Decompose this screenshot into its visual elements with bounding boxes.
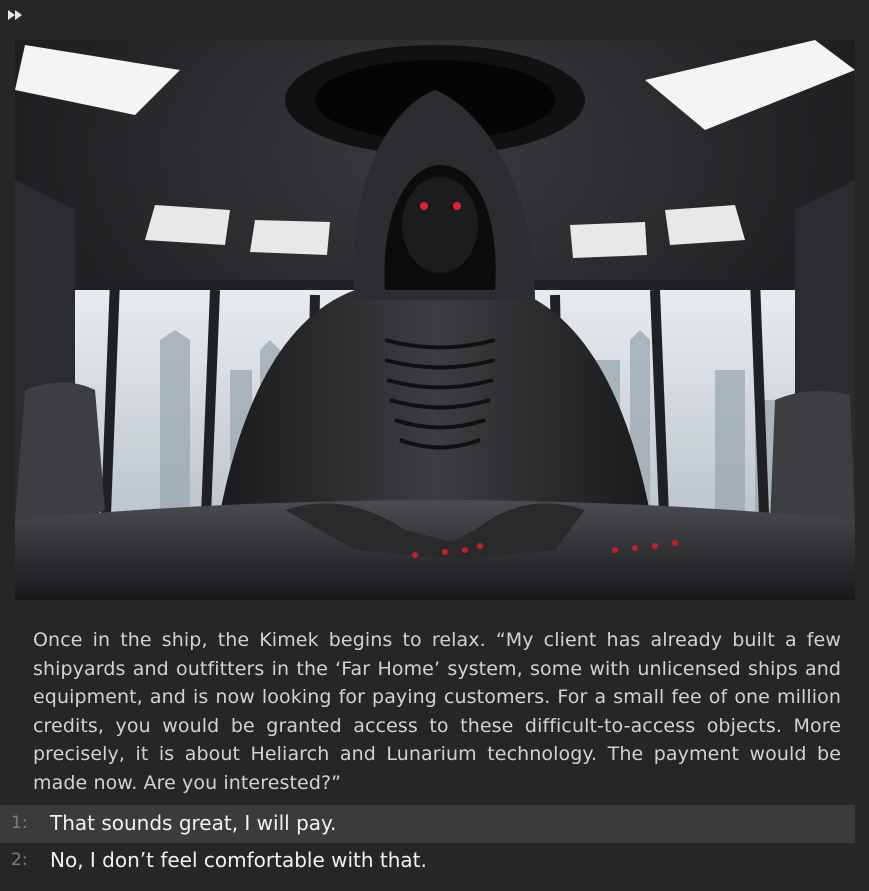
top-toolbar [0,0,869,32]
choice-number: 1: [11,813,28,833]
narration-text: Once in the ship, the Kimek begins to re… [33,629,841,794]
scene-image [15,40,855,600]
choice-option-2[interactable]: 2: No, I don’t feel comfortable with tha… [0,842,855,880]
choice-number: 2: [11,850,28,870]
choice-option-1[interactable]: 1: That sounds great, I will pay. [0,805,855,843]
choice-label: No, I don’t feel comfortable with that. [50,848,427,872]
choice-label: That sounds great, I will pay. [50,811,337,835]
fast-forward-icon[interactable] [7,8,25,22]
